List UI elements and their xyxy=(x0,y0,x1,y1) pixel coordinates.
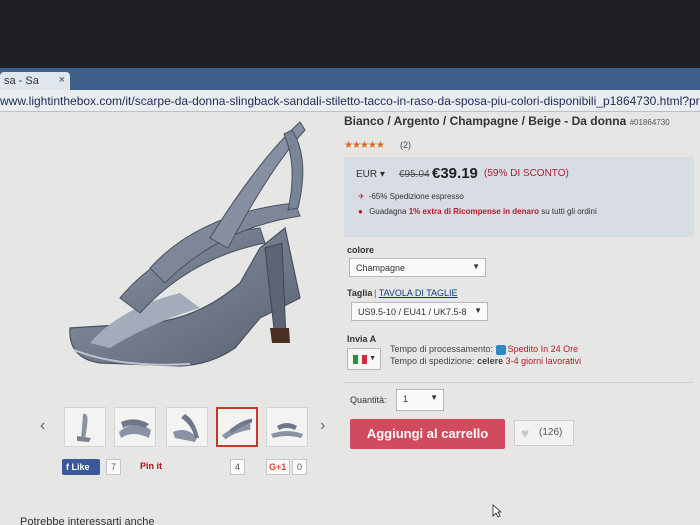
shipping-time-label: Tempo di spedizione: xyxy=(390,356,475,366)
ship-to-label: Invia A xyxy=(347,334,377,344)
wishlist-count: (126) xyxy=(539,427,563,438)
google-plus-button[interactable]: G+1 xyxy=(266,459,290,475)
old-price: €95.04 xyxy=(399,169,430,180)
processing-time: Tempo di processamento: Spedito In 24 Or… xyxy=(390,344,578,355)
wishlist-button[interactable]: ♥ (126) xyxy=(514,420,574,446)
rewards-highlight: 1% extra di Ricompense in denaro xyxy=(408,207,539,216)
product-title: Bianco / Argento / Champagne / Beige - D… xyxy=(344,114,670,128)
processing-value: Spedito In 24 Ore xyxy=(507,344,579,354)
currency-label: EUR xyxy=(356,169,378,180)
current-price: €39.19 xyxy=(432,165,478,182)
shipping-time-speed: celere xyxy=(477,356,504,366)
close-icon[interactable]: × xyxy=(59,74,65,86)
express-shipping-text: -65% Spedizione espresso xyxy=(368,192,464,201)
airplane-icon: ✈ xyxy=(358,192,365,201)
thumbnail-strip: ‹ › xyxy=(38,405,338,455)
money-bag-icon: ● xyxy=(358,207,363,216)
rewards-prefix: Guadagna xyxy=(369,207,407,216)
thumbnail-4-selected[interactable] xyxy=(216,407,258,447)
processing-label: Tempo di processamento: xyxy=(390,344,494,354)
chevron-down-icon: ▼ xyxy=(472,262,480,271)
chevron-left-icon[interactable]: ‹ xyxy=(40,417,45,435)
rewards-note: ● Guadagna 1% extra di Ricompense in den… xyxy=(358,207,597,216)
social-share-bar: f Like 7 Pin it 4 G+1 0 xyxy=(62,459,362,477)
product-page: ‹ › f Like 7 Pin it 4 G+1 0 Bianco / Arg… xyxy=(0,112,700,525)
browser-tab[interactable]: sa - Sa × xyxy=(0,72,70,90)
pinterest-button[interactable]: Pin it xyxy=(138,459,228,475)
tab-title: sa - Sa xyxy=(4,75,39,87)
address-bar[interactable]: www.lightinthebox.com/it/scarpe-da-donna… xyxy=(0,90,700,112)
url-text[interactable]: www.lightinthebox.com/it/scarpe-da-donna… xyxy=(0,94,700,108)
monitor-bezel xyxy=(0,0,700,68)
quantity-value: 1 xyxy=(403,394,409,404)
size-select[interactable]: US9.5-10 / EU41 / UK7.5-8 ▼ xyxy=(351,302,488,321)
color-select[interactable]: Champagne ▼ xyxy=(349,258,486,277)
product-title-text: Bianco / Argento / Champagne / Beige - D… xyxy=(344,114,627,128)
thumbnail-3[interactable] xyxy=(166,407,208,447)
like-count: 7 xyxy=(106,459,122,475)
country-select[interactable]: ▼ xyxy=(347,348,381,370)
product-image[interactable] xyxy=(60,118,330,398)
chevron-down-icon: ▼ xyxy=(430,393,438,402)
gplus-count: 0 xyxy=(292,459,308,475)
pin-label: Pin it xyxy=(140,461,162,471)
fast-ship-icon xyxy=(495,344,506,355)
shipping-time: Tempo di spedizione: celere 3-4 giorni l… xyxy=(390,356,581,366)
color-value: Champagne xyxy=(356,263,406,273)
color-label: colore xyxy=(347,245,375,255)
price-box: EUR ▾ €95.04 €39.19 (59% DI SCONTO) ✈ -65… xyxy=(344,157,694,237)
size-chart-link-wrap: | TAVOLA DI TAGLIE xyxy=(374,288,458,298)
facebook-like-button[interactable]: f Like xyxy=(62,459,100,475)
thumbnail-2[interactable] xyxy=(114,407,156,447)
thumbnail-5[interactable] xyxy=(266,407,308,447)
quantity-label: Quantità: xyxy=(350,395,387,405)
review-count[interactable]: (2) xyxy=(400,140,411,150)
like-label: Like xyxy=(71,462,90,472)
chevron-down-icon: ▼ xyxy=(474,306,482,315)
size-value: US9.5-10 / EU41 / UK7.5-8 xyxy=(358,307,467,317)
add-to-cart-button[interactable]: Aggiungi al carrello xyxy=(350,419,505,449)
pin-count: 4 xyxy=(230,459,246,475)
italy-flag-icon xyxy=(353,355,368,364)
heart-icon: ♥ xyxy=(521,425,530,441)
product-sku: #01864730 xyxy=(629,118,670,127)
mouse-cursor-icon xyxy=(492,504,502,518)
quantity-select[interactable]: 1 ▼ xyxy=(396,389,444,411)
related-products-heading: Potrebbe interessarti anche xyxy=(20,516,155,525)
rating-stars[interactable]: ★★★★★ xyxy=(344,140,385,151)
divider xyxy=(344,382,694,383)
chevron-right-icon[interactable]: › xyxy=(320,417,325,435)
currency-select[interactable]: EUR ▾ xyxy=(356,169,385,180)
size-chart-link[interactable]: TAVOLA DI TAGLIE xyxy=(379,288,458,298)
discount-label: (59% DI SCONTO) xyxy=(484,168,569,179)
shipping-time-days: 3-4 giorni lavorativi xyxy=(505,356,582,366)
express-shipping-note: ✈ -65% Spedizione espresso xyxy=(358,192,464,201)
rewards-suffix: su tutti gli ordini xyxy=(541,207,597,216)
chevron-down-icon: ▼ xyxy=(369,355,376,362)
size-label: Taglia xyxy=(347,288,373,298)
thumbnail-1[interactable] xyxy=(64,407,106,447)
browser-tabstrip: sa - Sa × xyxy=(0,68,700,90)
